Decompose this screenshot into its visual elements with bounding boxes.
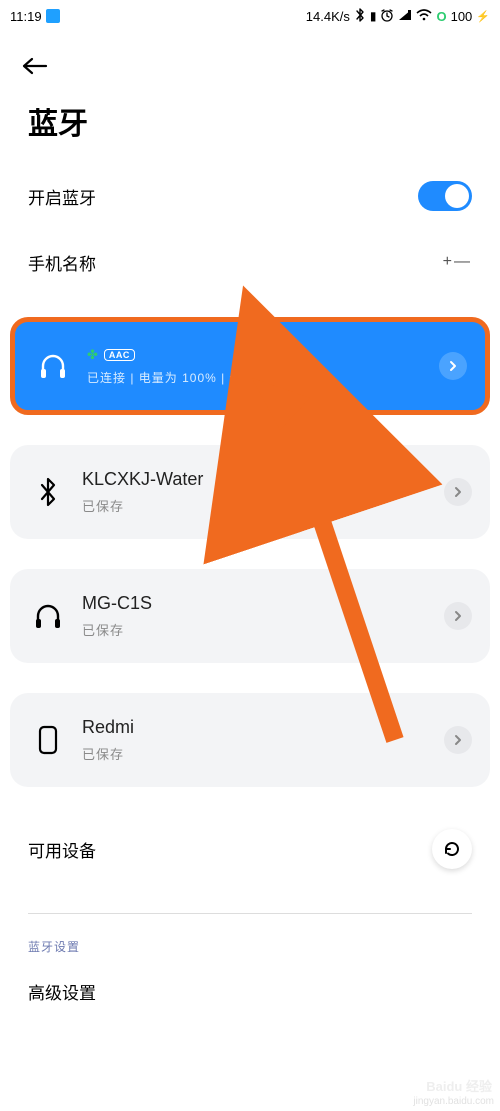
wifi-icon [416,9,432,24]
device-body: MG-C1S 已保存 [76,593,444,639]
device-details-button[interactable] [439,352,467,380]
watermark-brand: Baidu 经验 [426,1076,492,1095]
device-status: 已保存 [82,744,444,763]
headphones-icon [20,601,76,631]
available-devices-row: 可用设备 [0,787,500,869]
refresh-icon [442,839,462,859]
section-label: 蓝牙设置 [0,914,500,973]
clover-icon: ✤ [87,347,98,363]
device-body: Redmi 已保存 [76,717,444,763]
status-left: 11:19 [10,9,60,24]
phone-icon [20,725,76,755]
device-card[interactable]: KLCXKJ-Water 已保存 [10,445,490,539]
phone-name-label: 手机名称 [28,250,96,275]
device-card[interactable]: MG-C1S 已保存 [10,569,490,663]
phone-name-value: +— [443,253,472,271]
device-status: 已保存 [82,620,444,639]
charging-icon: ⚡ [476,10,490,23]
back-button[interactable] [20,63,50,80]
chevron-right-icon [447,360,459,372]
device-details-button[interactable] [444,478,472,506]
device-status: 已保存 [82,496,444,515]
page-title: 蓝牙 [0,91,500,163]
bluetooth-toggle-row[interactable]: 开启蓝牙 [0,163,500,229]
device-body: ✤ AAC 已连接 | 电量为 100% | 使用中 [81,347,439,386]
device-name: Redmi [82,717,444,738]
phone-name-row[interactable]: 手机名称 +— [0,229,500,295]
status-right: 14.4K/s ▮ O 100 ⚡ [306,8,490,25]
status-time: 11:19 [10,9,42,24]
do-not-disturb-icon: ▮ [370,9,377,23]
bluetooth-toggle-label: 开启蓝牙 [28,184,96,209]
alarm-icon [380,8,394,25]
chevron-right-icon [452,734,464,746]
signal-icon [398,9,412,24]
bluetooth-icon [20,477,76,507]
chevron-right-icon [452,610,464,622]
available-devices-label: 可用设备 [28,837,96,862]
device-card[interactable]: Redmi 已保存 [10,693,490,787]
device-status: 已连接 | 电量为 100% | 使用中 [87,369,439,386]
header [0,28,500,91]
bluetooth-toggle[interactable] [418,181,472,211]
bluetooth-icon [354,8,366,25]
watermark-url: jingyan.baidu.com [413,1096,494,1107]
device-name: KLCXKJ-Water [82,469,444,490]
device-details-button[interactable] [444,602,472,630]
battery-ring-icon: O [436,9,446,24]
network-rate: 14.4K/s [306,9,350,24]
battery-percent: 100 [451,9,473,24]
device-name: MG-C1S [82,593,444,614]
advanced-settings-row[interactable]: 高级设置 [0,973,500,1010]
device-body: KLCXKJ-Water 已保存 [76,469,444,515]
device-name: ✤ AAC [87,347,439,363]
device-card-connected[interactable]: ✤ AAC 已连接 | 电量为 100% | 使用中 [10,317,490,415]
chevron-right-icon [452,486,464,498]
codec-badge: AAC [104,349,135,361]
headphones-icon [25,351,81,381]
status-bar: 11:19 14.4K/s ▮ O 100 ⚡ [0,0,500,28]
advanced-settings-label: 高级设置 [28,984,96,1003]
refresh-button[interactable] [432,829,472,869]
device-details-button[interactable] [444,726,472,754]
paired-devices-list: ✤ AAC 已连接 | 电量为 100% | 使用中 KLCXKJ-Water … [0,295,500,787]
app-indicator-icon [46,9,60,23]
